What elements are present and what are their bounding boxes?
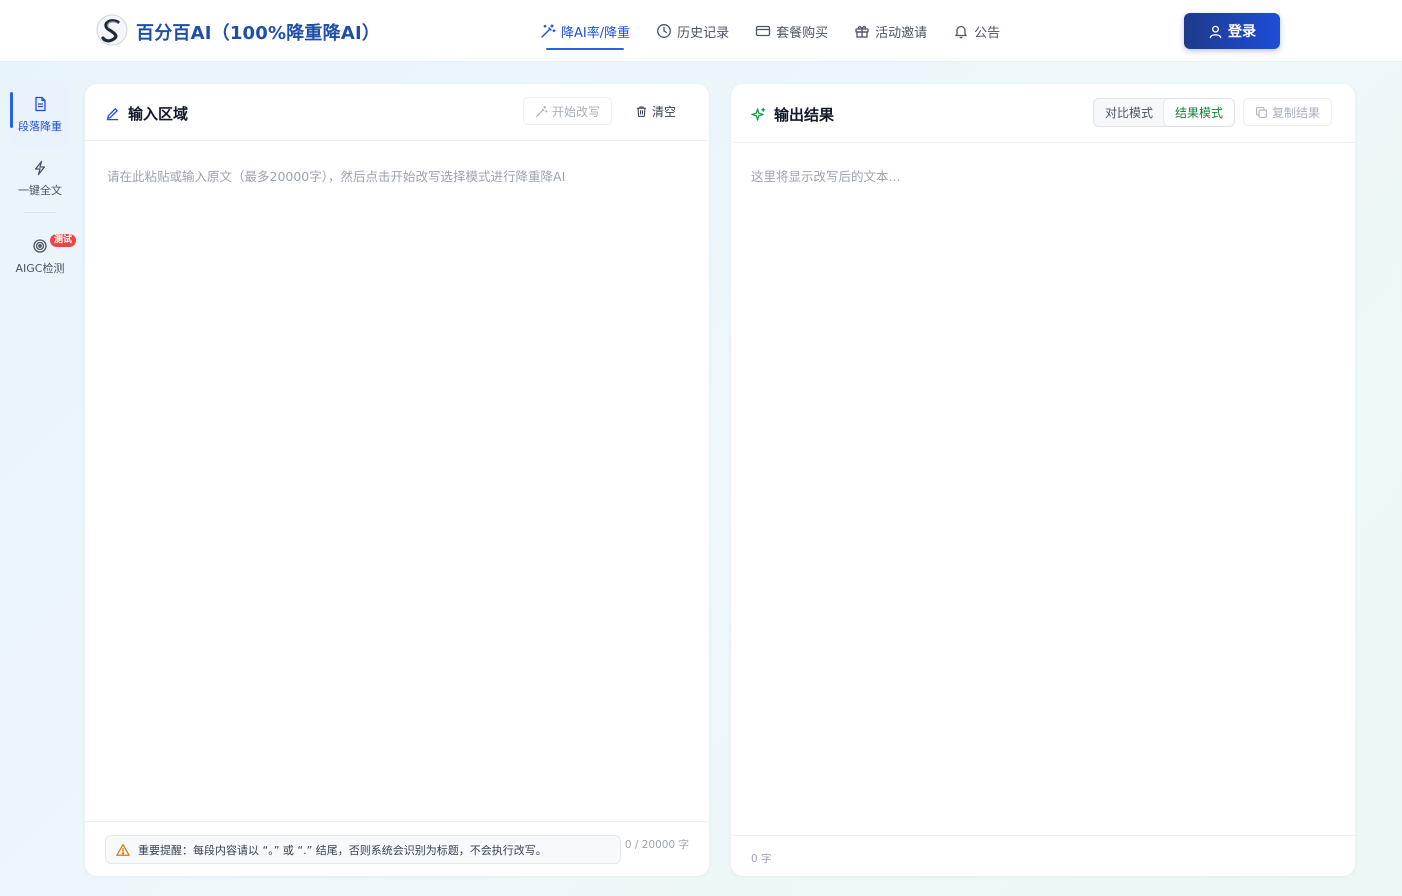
input-panel: 输入区域 开始改写 清空 重要提醒：每段内容请以 “。” 或 “.” 结尾，否则… (85, 84, 709, 876)
nav-item-announcement[interactable]: 公告 (953, 0, 1000, 62)
source-text-input[interactable] (85, 142, 709, 820)
user-icon (1209, 25, 1222, 38)
copy-result-button[interactable]: 复制结果 (1243, 98, 1333, 126)
top-header: 百分百AI（100%降重降AI） 降AI率/降重 历史记录 套餐购买 活动邀请 (0, 0, 1402, 62)
magic-wand-icon (541, 24, 556, 38)
nav-label: 套餐购买 (776, 25, 829, 41)
copy-icon (1256, 106, 1267, 118)
sidebar-divider (24, 212, 56, 213)
output-placeholder-text: 这里将显示改写后的文本... (751, 169, 901, 184)
document-icon (35, 96, 46, 112)
input-title-text: 输入区域 (128, 105, 189, 123)
sidebar-item-paragraph[interactable]: 段落降重 (10, 82, 70, 148)
output-panel-footer: 0 字 (731, 835, 1355, 876)
input-panel-title: 输入区域 (105, 103, 188, 124)
main-nav: 降AI率/降重 历史记录 套餐购买 活动邀请 公告 (540, 0, 1026, 62)
start-rewrite-label: 开始改写 (552, 104, 601, 119)
sparkle-icon (751, 107, 766, 121)
sidebar-item-label: AIGC检测 (15, 262, 65, 275)
output-panel-header: 输出结果 对比模式 结果模式 复制结果 (731, 84, 1355, 143)
copy-result-label: 复制结果 (1272, 105, 1321, 120)
target-icon (33, 239, 47, 253)
bell-icon (955, 25, 967, 39)
logo-icon (96, 14, 128, 46)
warning-text: 重要提醒：每段内容请以 “。” 或 “.” 结尾，否则系统会识别为标题，不会执行… (138, 843, 547, 857)
nav-label: 历史记录 (677, 25, 730, 41)
clear-button[interactable]: 清空 (625, 97, 686, 125)
nav-label: 活动邀请 (875, 25, 928, 41)
card-icon (755, 25, 771, 37)
sidebar-item-label: 段落降重 (18, 120, 62, 133)
login-button[interactable]: 登录 (1184, 13, 1280, 49)
nav-item-reduce-ai[interactable]: 降AI率/降重 (540, 0, 630, 62)
output-word-count: 0 字 (751, 853, 772, 865)
nav-item-history[interactable]: 历史记录 (656, 0, 729, 62)
view-mode-toggle: 对比模式 结果模式 (1093, 98, 1236, 127)
output-panel: 输出结果 对比模式 结果模式 复制结果 这里将显示改写后的文本... 0 字 (731, 84, 1355, 876)
nav-item-invite[interactable]: 活动邀请 (854, 0, 927, 62)
clear-label: 清空 (652, 104, 677, 119)
warning-notice: 重要提醒：每段内容请以 “。” 或 “.” 结尾，否则系统会识别为标题，不会执行… (105, 835, 621, 864)
nav-label: 降AI率/降重 (561, 25, 631, 41)
result-mode-tab[interactable]: 结果模式 (1164, 99, 1235, 126)
output-title-text: 输出结果 (774, 106, 835, 124)
clock-icon (657, 24, 672, 38)
input-panel-header: 输入区域 开始改写 清空 (85, 84, 709, 141)
test-badge: 测试 (50, 234, 77, 247)
start-rewrite-button[interactable]: 开始改写 (523, 97, 613, 125)
sidebar-item-full-text[interactable]: 一键全文 (10, 146, 70, 212)
compare-mode-tab[interactable]: 对比模式 (1094, 99, 1164, 126)
output-panel-title: 输出结果 (751, 104, 834, 125)
input-panel-footer: 重要提醒：每段内容请以 “。” 或 “.” 结尾，否则系统会识别为标题，不会执行… (85, 821, 709, 876)
lightning-icon (34, 160, 46, 176)
magic-wand-icon (536, 105, 548, 117)
pencil-icon (106, 108, 119, 121)
sidebar-item-aigc-detect[interactable]: 测试 AIGC检测 (10, 224, 77, 290)
nav-label: 公告 (974, 25, 1001, 41)
gift-icon (855, 26, 869, 38)
nav-item-packages[interactable]: 套餐购买 (755, 0, 828, 62)
login-label: 登录 (1228, 24, 1256, 40)
warning-icon (116, 843, 130, 856)
char-counter: 0 / 20000 字 (624, 839, 689, 851)
brand-title[interactable]: 百分百AI（100%降重降AI） (136, 19, 380, 45)
trash-icon (637, 106, 646, 117)
sidebar-item-label: 一键全文 (18, 184, 62, 197)
